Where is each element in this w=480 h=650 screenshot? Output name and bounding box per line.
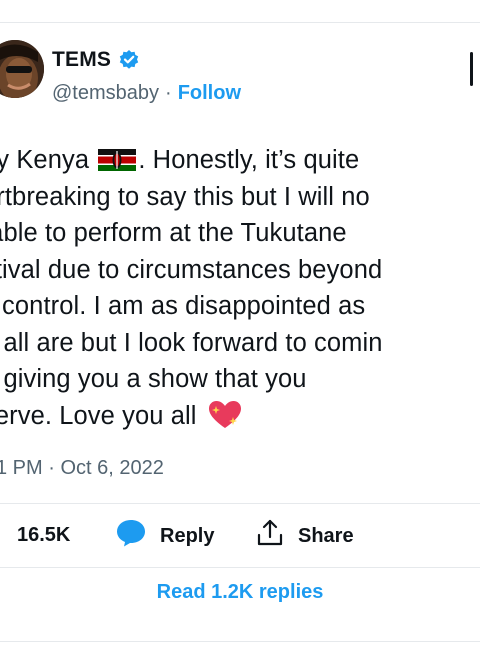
- share-label: Share: [298, 524, 354, 547]
- kenya-flag-icon: [98, 145, 137, 171]
- tweet-timestamp[interactable]: 1 PM · Oct 6, 2022: [0, 457, 164, 480]
- tweet-line-6: u all are but I look forward to comin: [0, 328, 383, 357]
- verified-badge-icon: [118, 49, 140, 71]
- tweet-line-2: artbreaking to say this but I will no: [0, 182, 370, 211]
- tweet-actions: 16.5K Reply Share: [0, 518, 480, 554]
- top-divider: [0, 22, 480, 23]
- share-icon: [256, 518, 284, 554]
- share-button[interactable]: Share: [256, 518, 354, 554]
- follow-button[interactable]: Follow: [178, 82, 241, 105]
- tweet-line-1: ey Kenya: [0, 146, 90, 174]
- tweet-line-7: d giving you a show that you: [0, 365, 307, 393]
- tweet-line-5: y control. I am as disappointed as: [0, 292, 366, 320]
- more-options-icon[interactable]: [470, 52, 473, 86]
- handle-row: @temsbaby · Follow: [52, 82, 241, 105]
- tweet-text: ey Kenya . Honestly, it’s quite artbreak…: [0, 142, 480, 434]
- reply-icon: [116, 519, 146, 553]
- tweet-line-3: able to perform at the Tukutane: [0, 219, 347, 247]
- tweet-line-8: serve. Love you all: [0, 401, 204, 430]
- author-handle[interactable]: @temsbaby: [52, 82, 159, 105]
- avatar[interactable]: [0, 40, 44, 98]
- sparkling-heart-icon: [208, 400, 242, 430]
- likes-count[interactable]: 16.5K: [17, 524, 70, 547]
- author-name-row[interactable]: TEMS: [52, 48, 140, 72]
- bottom-divider: [0, 641, 480, 642]
- author-name[interactable]: TEMS: [52, 48, 111, 72]
- read-replies-button[interactable]: Read 1.2K replies: [0, 568, 480, 616]
- tweet-line-4: stival due to circumstances beyond: [0, 255, 383, 284]
- reply-button[interactable]: Reply: [116, 518, 214, 554]
- reply-label: Reply: [160, 524, 215, 547]
- handle-separator: ·: [165, 82, 172, 104]
- divider-actions-top: [0, 503, 480, 504]
- tweet-line-1b: . Honestly, it’s quite: [138, 146, 360, 174]
